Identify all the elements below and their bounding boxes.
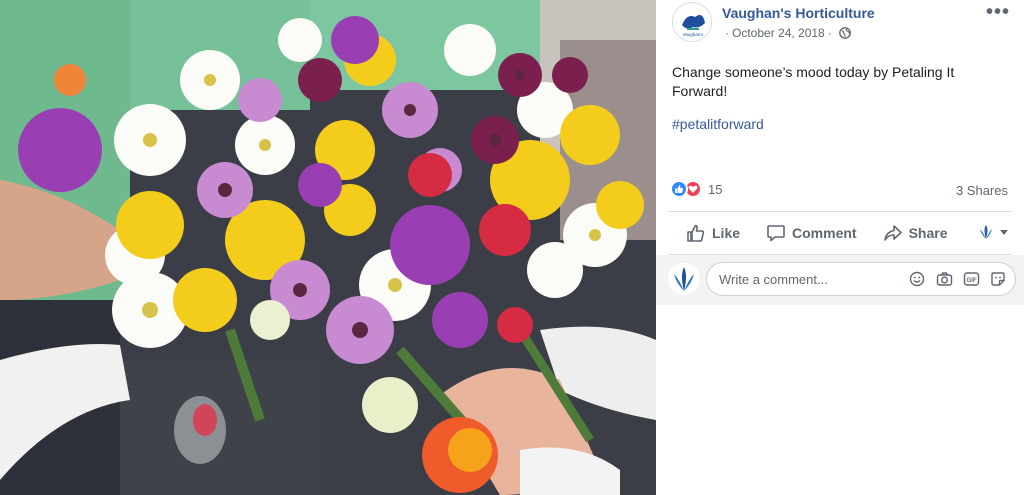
share-label: Share [908,225,948,241]
divider [668,211,1012,212]
page-avatar[interactable]: Vaughan's [672,2,712,42]
svg-text:Vaughan's: Vaughan's [683,32,705,37]
comment-composer: Write a comment... GIF [656,255,1024,305]
post-panel: Vaughan's Vaughan's Horticulture · Octob… [656,0,1024,495]
page-name-link[interactable]: Vaughan's Horticulture [722,5,875,21]
meta-separator-2: · [827,26,832,40]
post-meta: · October 24, 2018 · [722,26,851,40]
camera-icon[interactable] [935,270,953,288]
post-header: Vaughan's Vaughan's Horticulture · Octob… [670,0,1018,46]
post-date[interactable]: October 24, 2018 [732,26,825,40]
post-photo[interactable] [0,0,656,495]
audience-selector[interactable] [977,223,1008,241]
thumbs-up-icon [687,224,705,242]
gif-icon[interactable]: GIF [962,270,980,288]
comment-button[interactable]: Comment [766,223,857,243]
commenter-logo [668,263,700,295]
post-actions: Like Comment Share [668,218,1012,248]
like-button[interactable]: Like [686,223,740,243]
comment-tools: GIF [899,270,1007,288]
comment-placeholder: Write a comment... [719,271,828,287]
audience-selector-icon [980,225,992,239]
share-arrow-icon [883,225,902,241]
bouquet-image [0,0,656,495]
post-message: Change someone’s mood today by Petaling … [672,64,955,99]
shares-count[interactable]: 3 Shares [956,183,1008,198]
comment-input[interactable]: Write a comment... GIF [706,262,1016,296]
vaughans-logo: Vaughan's [674,4,711,41]
emoji-icon[interactable] [908,270,926,288]
hashtag-link[interactable]: #petalitforward [672,116,764,132]
more-options-icon[interactable]: ••• [986,1,1010,24]
globe-icon[interactable] [838,27,851,39]
comment-bubble-icon [767,225,785,242]
reaction-count: 15 [708,181,723,197]
like-reaction-icon [670,180,688,198]
comment-label: Comment [792,225,857,241]
share-button[interactable]: Share [883,223,948,243]
like-label: Like [712,225,741,241]
sticker-icon[interactable] [989,270,1007,288]
meta-separator: · [725,26,729,40]
reactions-summary[interactable]: 15 [670,178,722,200]
chevron-down-icon [1000,229,1008,235]
svg-text:GIF: GIF [966,278,976,284]
commenter-avatar [668,263,700,295]
